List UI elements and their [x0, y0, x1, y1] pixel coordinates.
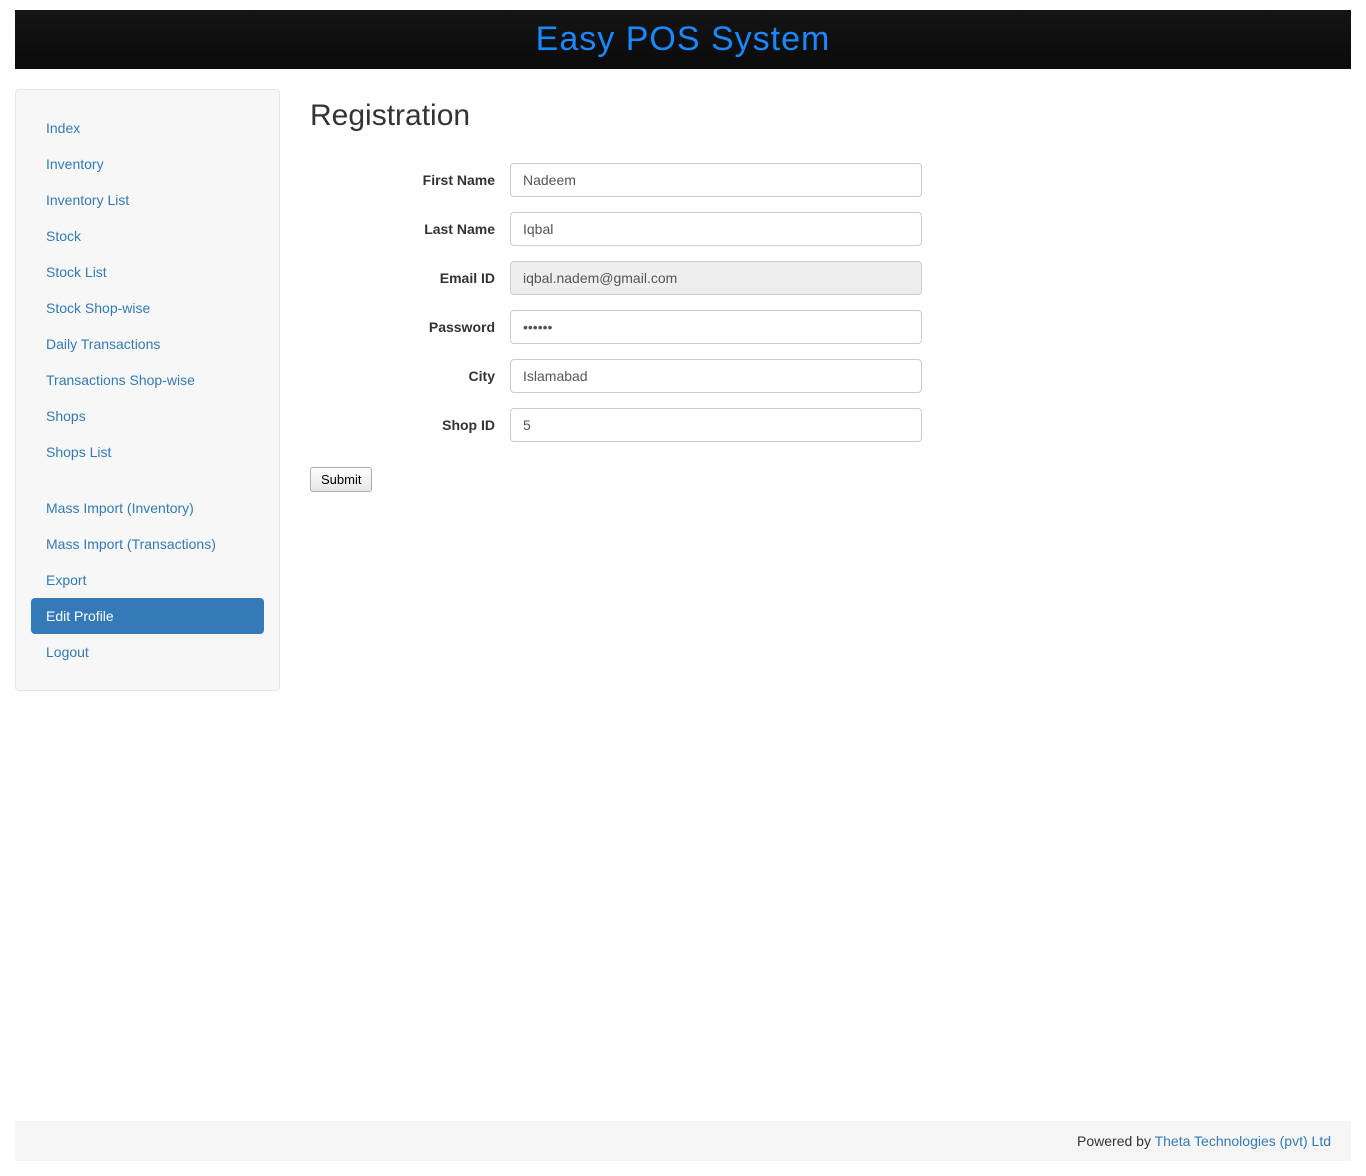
email-input[interactable] [510, 261, 922, 295]
label-first-name: First Name [310, 172, 510, 188]
shop-id-input[interactable] [510, 408, 922, 442]
footer: Powered by Theta Technologies (pvt) Ltd [15, 1121, 1351, 1161]
sidebar-item-export[interactable]: Export [31, 562, 264, 598]
sidebar-item-logout[interactable]: Logout [31, 634, 264, 670]
city-input[interactable] [510, 359, 922, 393]
last-name-input[interactable] [510, 212, 922, 246]
sidebar-item-stock-shop-wise[interactable]: Stock Shop-wise [31, 290, 264, 326]
label-last-name: Last Name [310, 221, 510, 237]
sidebar-item-index[interactable]: Index [31, 110, 264, 146]
app-title: Easy POS System [536, 20, 831, 58]
sidebar-item-transactions-shop-wise[interactable]: Transactions Shop-wise [31, 362, 264, 398]
main-content: Registration First Name Last Name Email … [310, 89, 1351, 691]
label-password: Password [310, 319, 510, 335]
nav-spacer [31, 470, 264, 490]
password-input[interactable] [510, 310, 922, 344]
sidebar-item-stock[interactable]: Stock [31, 218, 264, 254]
sidebar-item-inventory-list[interactable]: Inventory List [31, 182, 264, 218]
sidebar: Index Inventory Inventory List Stock Sto… [15, 89, 280, 691]
submit-button[interactable]: Submit [310, 467, 372, 492]
sidebar-item-inventory[interactable]: Inventory [31, 146, 264, 182]
label-city: City [310, 368, 510, 384]
label-email: Email ID [310, 270, 510, 286]
page-title: Registration [310, 99, 1311, 133]
sidebar-item-shops[interactable]: Shops [31, 398, 264, 434]
footer-link[interactable]: Theta Technologies (pvt) Ltd [1155, 1133, 1331, 1149]
sidebar-nav: Index Inventory Inventory List Stock Sto… [31, 110, 264, 670]
sidebar-item-stock-list[interactable]: Stock List [31, 254, 264, 290]
sidebar-item-mass-import-inventory[interactable]: Mass Import (Inventory) [31, 490, 264, 526]
sidebar-item-daily-transactions[interactable]: Daily Transactions [31, 326, 264, 362]
footer-text: Powered by [1077, 1133, 1155, 1149]
label-shop-id: Shop ID [310, 417, 510, 433]
first-name-input[interactable] [510, 163, 922, 197]
sidebar-item-mass-import-transactions[interactable]: Mass Import (Transactions) [31, 526, 264, 562]
header-banner: Easy POS System [15, 10, 1351, 69]
sidebar-item-shops-list[interactable]: Shops List [31, 434, 264, 470]
sidebar-item-edit-profile[interactable]: Edit Profile [31, 598, 264, 634]
